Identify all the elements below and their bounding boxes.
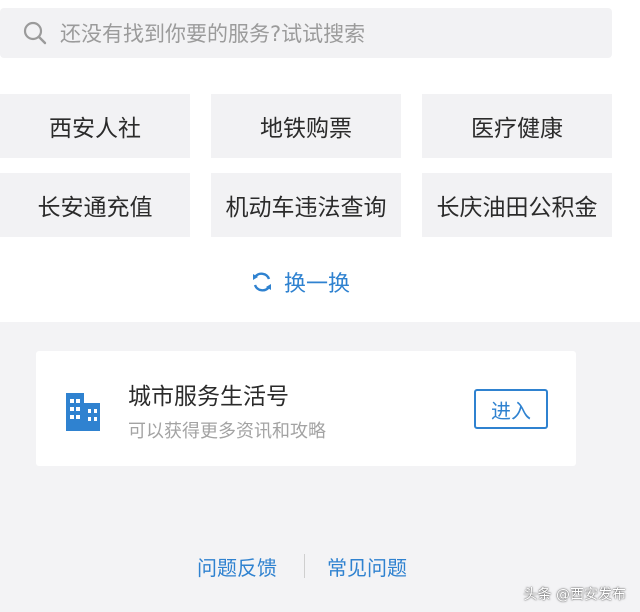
service-button-metro-ticket[interactable]: 地铁购票 <box>211 94 401 158</box>
service-button-medical-health[interactable]: 医疗健康 <box>422 94 612 158</box>
service-button-vehicle-violation[interactable]: 机动车违法查询 <box>211 173 401 237</box>
refresh-button[interactable]: 换一换 <box>250 264 350 300</box>
feedback-link[interactable]: 问题反馈 <box>197 548 277 584</box>
refresh-label: 换一换 <box>284 272 351 297</box>
top-section: 还没有找到你要的服务?试试搜索 西安人社 地铁购票 医疗健康 长安通充值 机动车… <box>0 0 640 322</box>
footer-links: 问题反馈 常见问题 <box>0 548 640 584</box>
building-icon <box>64 387 102 431</box>
card-subtitle: 可以获得更多资讯和攻略 <box>128 421 326 442</box>
service-button-xian-renshe[interactable]: 西安人社 <box>0 94 190 158</box>
watermark: 头条 @西安发布 <box>523 587 626 603</box>
search-icon <box>22 19 50 47</box>
faq-link[interactable]: 常见问题 <box>327 548 407 584</box>
service-button-changantong-recharge[interactable]: 长安通充值 <box>0 173 190 237</box>
card-title: 城市服务生活号 <box>128 384 289 410</box>
search-bar[interactable]: 还没有找到你要的服务?试试搜索 <box>0 8 612 58</box>
city-service-card[interactable]: 城市服务生活号 可以获得更多资讯和攻略 进入 <box>36 351 576 466</box>
service-button-oilfield-fund[interactable]: 长庆油田公积金 <box>422 173 612 237</box>
footer-divider <box>304 554 305 578</box>
search-input[interactable]: 还没有找到你要的服务?试试搜索 <box>60 18 365 48</box>
refresh-icon <box>250 270 274 294</box>
enter-button[interactable]: 进入 <box>474 389 548 429</box>
